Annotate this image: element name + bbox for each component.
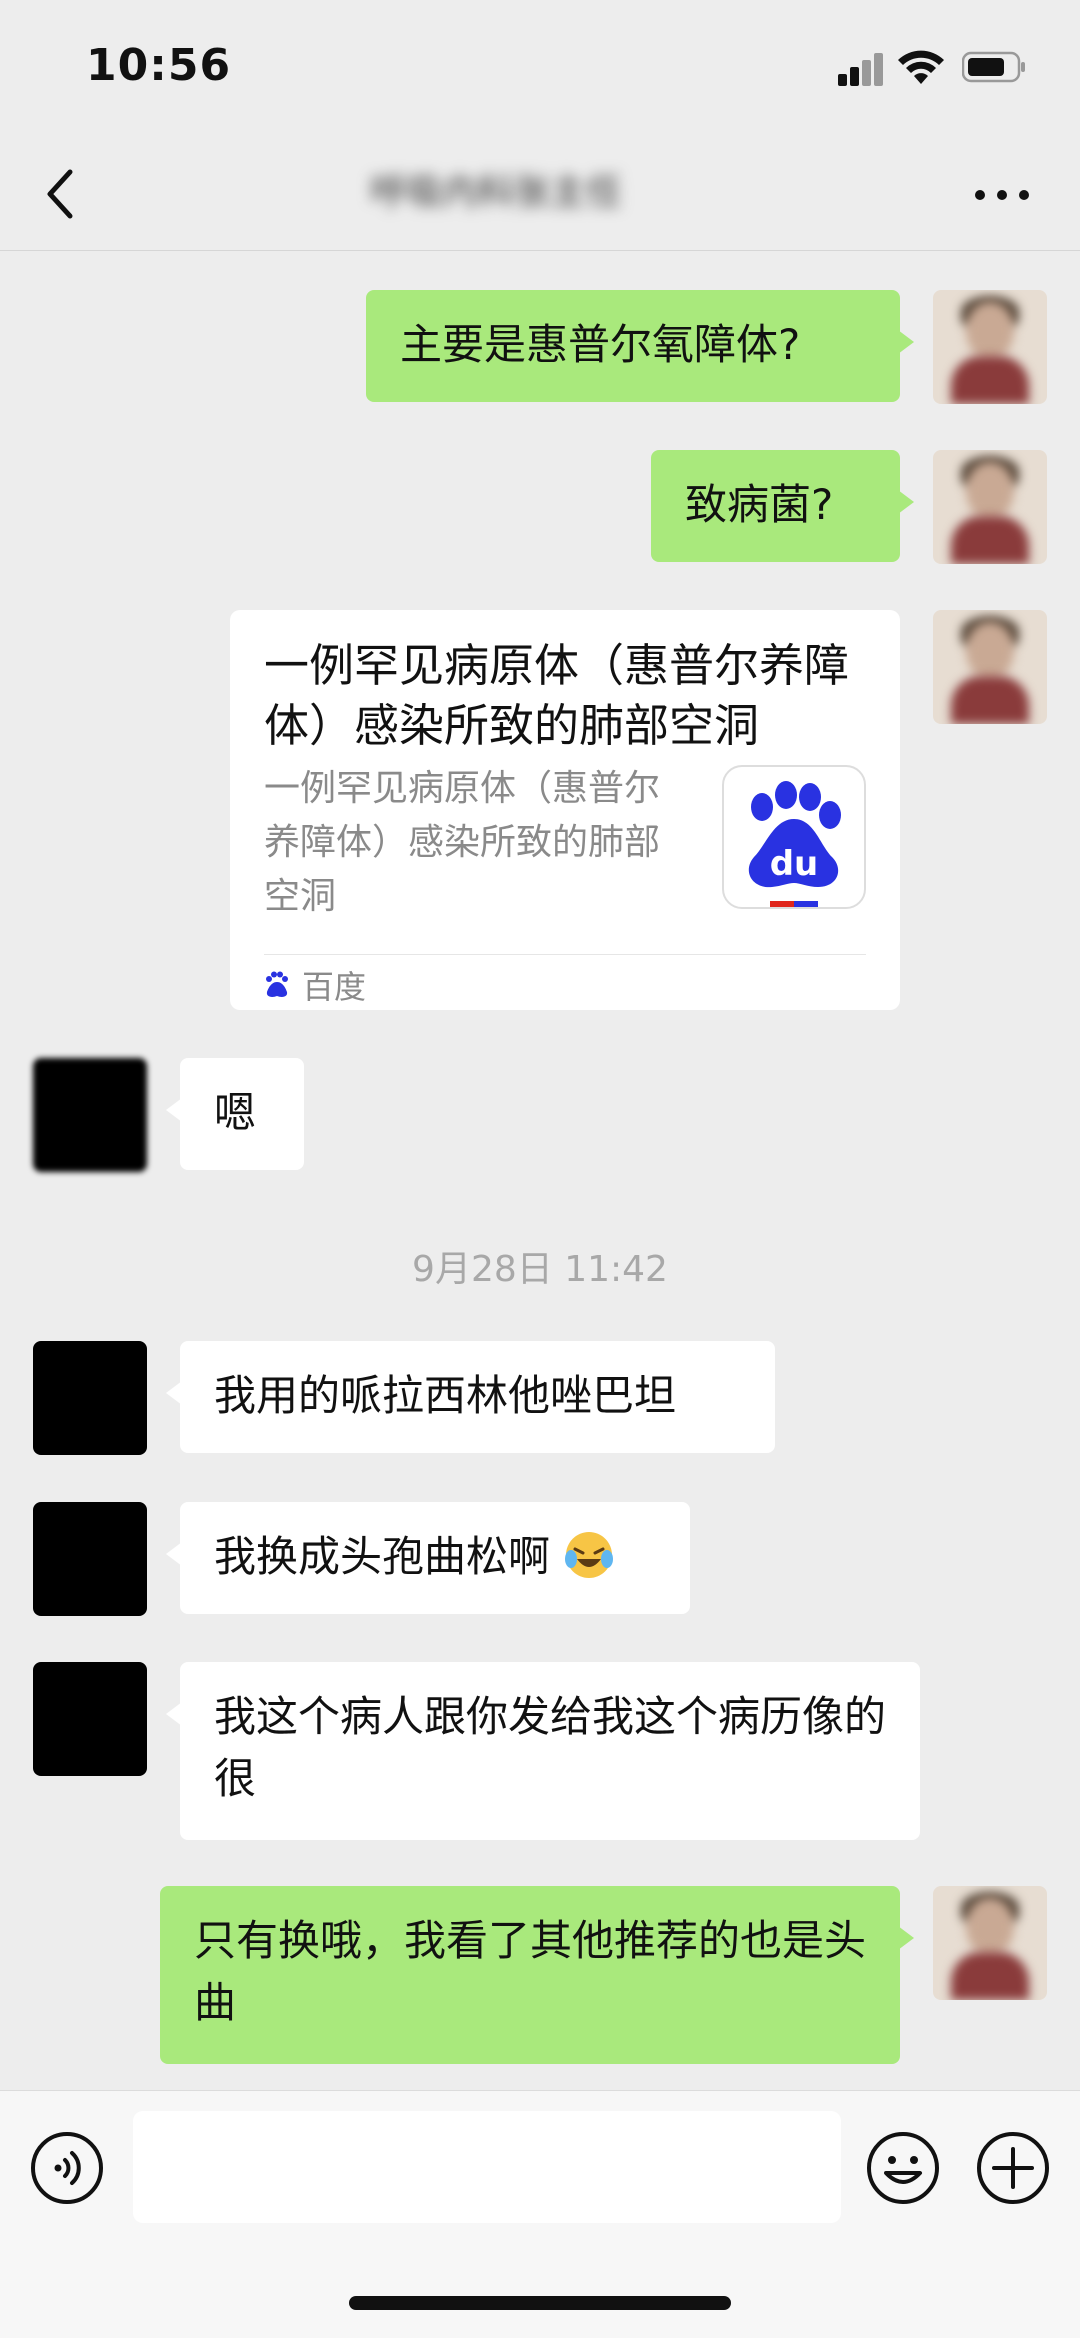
message-bubble[interactable]: 我这个病人跟你发给我这个病历像的很 xyxy=(166,1662,920,1840)
emoji-picker-icon[interactable] xyxy=(866,2131,940,2205)
my-avatar[interactable] xyxy=(933,1886,1047,2000)
message-text: 只有换哦，我看了其他推荐的也是头曲 xyxy=(194,1916,867,2027)
message-text: 我用的哌拉西林他唑巴坦 xyxy=(214,1371,677,1420)
link-card-description: 一例罕见病原体（惠普尔养障体）感染所致的肺部空洞 xyxy=(264,768,661,917)
cellular-signal-icon xyxy=(838,53,883,86)
my-avatar[interactable] xyxy=(933,450,1047,564)
contact-avatar[interactable] xyxy=(33,1662,147,1776)
message-bubble[interactable]: 只有换哦，我看了其他推荐的也是头曲 xyxy=(160,1886,914,2064)
message-bubble[interactable]: 致病菌? xyxy=(651,450,914,562)
voice-input-icon[interactable] xyxy=(30,2131,104,2205)
message-timestamp: 9月28日 11:42 xyxy=(412,1249,668,1290)
laughing-tears-icon xyxy=(565,1532,614,1578)
link-card[interactable]: 一例罕见病原体（惠普尔养障体）感染所致的肺部空洞 一例罕见病原体（惠普尔养障体）… xyxy=(230,610,900,1010)
message-text: 我换成头孢曲松啊 xyxy=(214,1532,551,1581)
link-card-title: 一例罕见病原体（惠普尔养障体）感染所致的肺部空洞 xyxy=(264,639,850,752)
my-avatar[interactable] xyxy=(933,610,1047,724)
message-text: 致病菌? xyxy=(685,480,834,529)
contact-avatar[interactable] xyxy=(33,1058,147,1172)
chevron-left-icon[interactable] xyxy=(40,164,80,224)
baidu-logo-icon: du xyxy=(722,765,866,909)
status-bar: 10:56 xyxy=(0,0,1080,140)
message-bubble[interactable]: 嗯 xyxy=(166,1058,304,1170)
message-text: 我这个病人跟你发给我这个病历像的很 xyxy=(214,1692,887,1803)
status-time: 10:56 xyxy=(86,40,232,91)
message-bubble[interactable]: 我换成头孢曲松啊 xyxy=(166,1502,690,1614)
battery-icon xyxy=(962,51,1025,83)
chat-header: 呼吸内科张主任 xyxy=(0,140,1080,251)
plus-icon[interactable] xyxy=(976,2131,1050,2205)
message-bubble[interactable]: 我用的哌拉西林他唑巴坦 xyxy=(166,1341,775,1453)
message-bubble[interactable]: 主要是惠普尔氧障体? xyxy=(366,290,914,402)
link-card-source: 百度 xyxy=(264,960,366,1010)
contact-avatar[interactable] xyxy=(33,1341,147,1455)
more-dots-icon[interactable] xyxy=(972,180,1032,210)
link-card-source-label: 百度 xyxy=(302,968,367,1006)
contact-avatar[interactable] xyxy=(33,1502,147,1616)
message-text: 嗯 xyxy=(214,1088,257,1137)
message-input[interactable] xyxy=(133,2111,841,2223)
card-divider xyxy=(264,954,866,955)
message-text: 主要是惠普尔氧障体? xyxy=(400,320,801,369)
chat-title[interactable]: 呼吸内科张主任 xyxy=(370,166,710,220)
home-indicator[interactable] xyxy=(349,2296,731,2310)
wifi-icon xyxy=(898,50,944,84)
baidu-paw-icon xyxy=(266,971,288,997)
my-avatar[interactable] xyxy=(933,290,1047,404)
baidu-logo-text: du xyxy=(770,844,819,884)
